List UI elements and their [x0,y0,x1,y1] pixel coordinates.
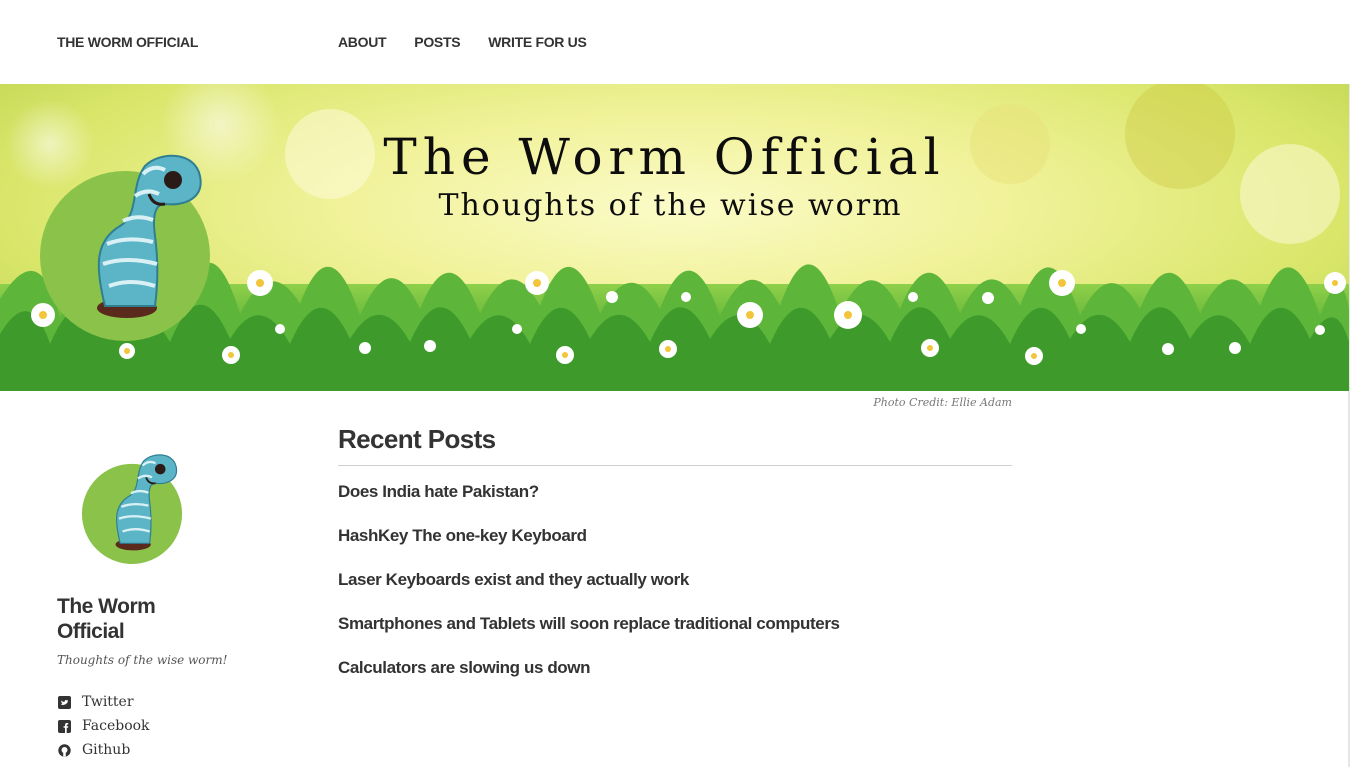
header-banner: The Worm Official Thoughts of the wise w… [0,84,1349,391]
nav-about[interactable]: ABOUT [338,34,387,50]
photo-credit: Photo Credit: Ellie Adam [873,396,1012,409]
list-item: Calculators are slowing us down [338,658,1012,702]
post-link[interactable]: Smartphones and Tablets will soon replac… [338,614,840,633]
banner-title-text: The Worm Official [383,128,946,186]
facebook-link[interactable]: Facebook [82,718,150,734]
social-item-facebook: Facebook [57,714,150,738]
main-content: Recent Posts Does India hate Pakistan? H… [338,424,1012,702]
post-link[interactable]: Laser Keyboards exist and they actually … [338,570,689,589]
worm-logo-icon [40,154,210,341]
sidebar-tagline: Thoughts of the wise worm! [57,653,228,667]
github-link[interactable]: Github [82,742,130,758]
top-nav: THE WORM OFFICIAL ABOUT POSTS WRITE FOR … [0,0,1350,84]
list-item: Does India hate Pakistan? [338,482,1012,526]
recent-posts-list: Does India hate Pakistan? HashKey The on… [338,482,1012,702]
post-link[interactable]: HashKey The one-key Keyboard [338,526,587,545]
github-icon [57,743,71,757]
social-item-github: Github [57,738,150,762]
site-title-link[interactable]: THE WORM OFFICIAL [57,34,198,50]
list-item: Smartphones and Tablets will soon replac… [338,614,1012,658]
facebook-icon [57,719,71,733]
twitter-link[interactable]: Twitter [82,694,134,710]
nav-posts[interactable]: POSTS [414,34,460,50]
recent-posts-title: Recent Posts [338,424,1012,466]
list-item: HashKey The one-key Keyboard [338,526,1012,570]
post-link[interactable]: Calculators are slowing us down [338,658,591,677]
main-menu: ABOUT POSTS WRITE FOR US [338,34,587,50]
list-item: Laser Keyboards exist and they actually … [338,570,1012,614]
post-link[interactable]: Does India hate Pakistan? [338,482,539,501]
sidebar-site-name: The Worm Official [57,595,156,643]
nav-write-for-us[interactable]: WRITE FOR US [488,34,587,50]
social-item-twitter: Twitter [57,690,150,714]
sidebar-worm-logo-icon [81,454,183,564]
social-links: Twitter Facebook Github [57,690,150,762]
banner-tagline-text: Thoughts of the wise worm [438,188,903,223]
twitter-icon [57,695,71,709]
